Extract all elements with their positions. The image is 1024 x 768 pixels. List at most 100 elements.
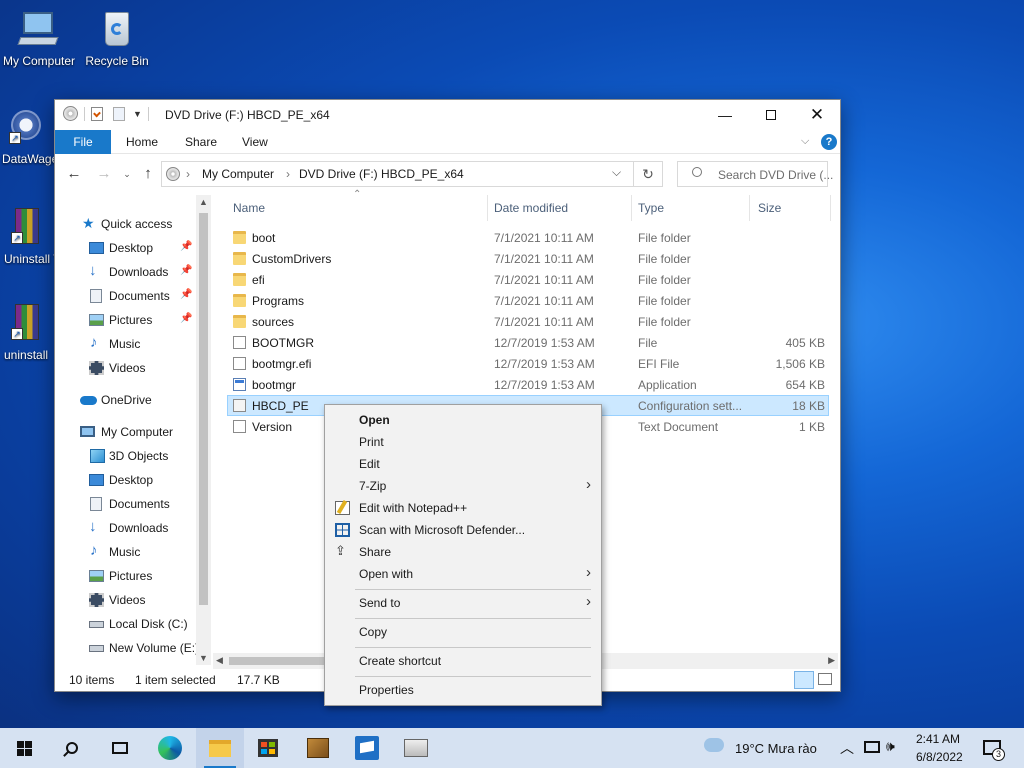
menu-item-scan-defender[interactable]: Scan with Microsoft Defender... [325,519,601,541]
desktop-icon-datawage[interactable]: ↗ DataWage [0,108,58,166]
weather-text[interactable]: 19°C Mưa rào [735,741,817,756]
details-view-button[interactable] [794,671,814,689]
nav-desktop[interactable]: Desktop 📌 [55,237,205,259]
file-date: 7/1/2021 10:11 AM [494,273,594,287]
large-icons-view-button[interactable] [818,673,832,685]
nav-videos[interactable]: Videos [55,357,205,379]
taskbar-store[interactable] [244,728,292,768]
taskbar-edge[interactable] [146,728,194,768]
column-separator[interactable] [830,195,831,221]
nav-documents[interactable]: Documents 📌 [55,285,205,307]
network-icon[interactable] [864,741,880,753]
title-bar[interactable]: ▼ DVD Drive (F:) HBCD_PE_x64 — ✕ [55,100,840,130]
file-size: 1 KB [798,420,825,434]
menu-item-print[interactable]: Print [325,431,601,453]
nav-new-volume-e[interactable]: New Volume (E:) [55,637,205,659]
scrollbar-thumb[interactable] [199,213,208,605]
chevron-down-icon[interactable]: ⌵ [612,165,621,180]
minimize-button[interactable]: — [702,100,748,130]
menu-item-send-to[interactable]: Send to › [325,592,601,614]
chevron-up-icon[interactable]: ︿ [840,738,854,758]
desktop-icon-uninstall-tool[interactable]: ↗ Uninstall T [0,208,58,266]
desktop-icon-my-computer[interactable]: My Computer [0,10,82,68]
menu-item-create-shortcut[interactable]: Create shortcut [325,650,601,672]
back-button[interactable]: ← [65,165,83,183]
menu-item-open[interactable]: Open [325,409,601,431]
desktop-icon-recycle-bin[interactable]: Recycle Bin [74,10,160,68]
column-separator[interactable] [487,195,488,221]
file-row[interactable]: bootmgr 12/7/2019 1:53 AM Application 65… [227,374,829,395]
menu-item-properties[interactable]: Properties [325,679,601,701]
scrollbar-thumb[interactable] [229,657,339,665]
menu-item-7zip[interactable]: 7-Zip › [325,475,601,497]
tab-home[interactable]: Home [116,130,168,154]
column-header-date[interactable]: Date modified [494,195,630,221]
forward-button[interactable]: → [95,165,113,183]
nav-local-disk-c[interactable]: Local Disk (C:) [55,613,205,635]
taskbar-app-monitor[interactable] [392,728,440,768]
menu-item-copy[interactable]: Copy [325,621,601,643]
menu-item-open-with[interactable]: Open with › [325,563,601,585]
breadcrumb-my-computer[interactable]: My Computer [202,167,274,181]
nav-pc-downloads[interactable]: ↓ Downloads [55,517,205,539]
chevron-down-icon[interactable]: ▼ [133,109,142,119]
start-button[interactable] [0,728,48,768]
nav-onedrive[interactable]: OneDrive [55,389,205,411]
file-row[interactable]: CustomDrivers 7/1/2021 10:11 AM File fol… [227,248,829,269]
column-separator[interactable] [631,195,632,221]
clock-time[interactable]: 2:41 AM [916,732,960,746]
nav-downloads[interactable]: ↓ Downloads 📌 [55,261,205,283]
chevron-down-icon[interactable]: ⌵ [801,135,809,148]
menu-item-edit[interactable]: Edit [325,453,601,475]
column-header-name[interactable]: Name [233,195,483,221]
close-button[interactable]: ✕ [794,100,840,130]
file-row[interactable]: boot 7/1/2021 10:11 AM File folder [227,227,829,248]
nav-pc-pictures[interactable]: Pictures [55,565,205,587]
nav-pictures[interactable]: Pictures 📌 [55,309,205,331]
nav-pc-music[interactable]: ♪ Music [55,541,205,563]
new-folder-icon[interactable] [113,106,125,121]
volume-icon[interactable]: 🕪 [886,738,895,755]
nav-scrollbar[interactable]: ▲ ▼ [196,195,211,665]
scroll-left-icon[interactable]: ◀ [216,655,223,666]
properties-icon[interactable] [91,106,103,121]
up-button[interactable]: ↑ [139,165,157,183]
scroll-down-icon[interactable]: ▼ [199,653,208,663]
tab-file[interactable]: File [55,130,111,154]
nav-pc-desktop[interactable]: Desktop [55,469,205,491]
task-view-button[interactable] [96,728,144,768]
scroll-up-icon[interactable]: ▲ [199,197,208,207]
menu-item-edit-notepadpp[interactable]: Edit with Notepad++ [325,497,601,519]
menu-item-share[interactable]: ⇪ Share [325,541,601,563]
column-header-type[interactable]: Type [638,195,748,221]
clock-date[interactable]: 6/8/2022 [916,750,963,764]
maximize-button[interactable] [748,100,794,130]
address-bar[interactable]: › My Computer › DVD Drive (F:) HBCD_PE_x… [161,161,663,187]
refresh-button[interactable]: ↻ [633,161,663,187]
breadcrumb-dvd-drive[interactable]: DVD Drive (F:) HBCD_PE_x64 [299,167,464,181]
taskbar-file-explorer[interactable] [196,728,244,768]
nav-pc-documents[interactable]: Documents [55,493,205,515]
file-row[interactable]: efi 7/1/2021 10:11 AM File folder [227,269,829,290]
nav-3d-objects[interactable]: 3D Objects [55,445,205,467]
nav-my-computer[interactable]: My Computer [55,421,205,443]
file-row[interactable]: sources 7/1/2021 10:11 AM File folder [227,311,829,332]
nav-music[interactable]: ♪ Music [55,333,205,355]
file-row[interactable]: Programs 7/1/2021 10:11 AM File folder [227,290,829,311]
help-icon[interactable]: ? [821,134,837,150]
file-row[interactable]: bootmgr.efi 12/7/2019 1:53 AM EFI File 1… [227,353,829,374]
taskbar-app-blue[interactable] [343,728,391,768]
recent-locations-button[interactable]: ⌄ [118,165,136,183]
column-header-size[interactable]: Size [758,195,828,221]
search-button[interactable] [48,728,96,768]
search-input[interactable]: Search DVD Drive (... [677,161,833,187]
tab-share[interactable]: Share [175,130,227,154]
column-separator[interactable] [749,195,750,221]
scroll-right-icon[interactable]: ▶ [828,655,835,666]
desktop-icon-uninstall[interactable]: ↗ uninstall [0,304,58,362]
nav-pc-videos[interactable]: Videos [55,589,205,611]
taskbar-archive-app[interactable] [294,728,342,768]
file-row[interactable]: BOOTMGR 12/7/2019 1:53 AM File 405 KB [227,332,829,353]
tab-view[interactable]: View [232,130,278,154]
nav-quick-access[interactable]: ★ Quick access [55,213,205,235]
